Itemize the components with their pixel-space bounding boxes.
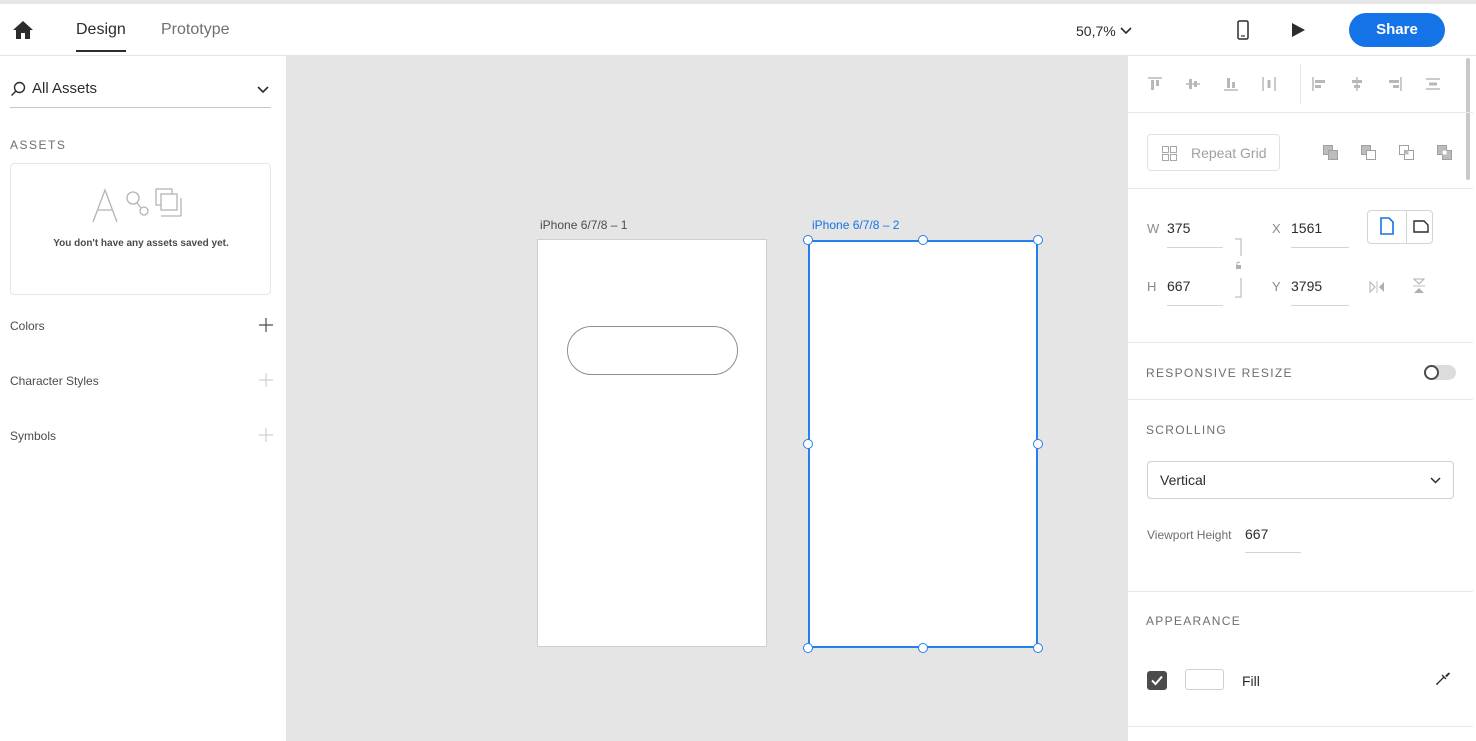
appearance-label: APPEARANCE [1146,614,1242,628]
plus-icon[interactable] [259,428,273,442]
distribute-horizontal-icon[interactable] [1261,76,1277,92]
orientation-divider [1406,211,1407,243]
align-middle-icon[interactable] [1185,76,1201,92]
resize-handle[interactable] [803,439,813,449]
responsive-resize-label: RESPONSIVE RESIZE [1146,366,1293,380]
resize-handle[interactable] [1033,439,1043,449]
assets-panel: All Assets ASSETS You don't have any ass… [0,56,286,741]
fill-checkbox[interactable] [1147,671,1167,690]
viewport-height-underline [1245,552,1301,553]
flip-horizontal-icon[interactable] [1369,281,1385,293]
align-right-icon[interactable] [1387,76,1403,92]
resize-handle[interactable] [1033,643,1043,653]
portrait-icon[interactable] [1380,217,1394,235]
assets-empty-state: You don't have any assets saved yet. [10,163,271,295]
lock-aspect-icon[interactable] [1235,238,1243,298]
section-colors[interactable]: Colors [10,319,45,333]
assets-search[interactable]: All Assets [10,74,271,108]
resize-handle[interactable] [918,643,928,653]
resize-handle[interactable] [803,235,813,245]
artboard-title[interactable]: iPhone 6/7/8 – 1 [540,218,627,232]
plus-icon[interactable] [259,318,273,332]
chevron-down-icon[interactable] [1120,27,1132,35]
plus-icon[interactable] [259,373,273,387]
divider [1128,591,1473,592]
x-underline [1291,247,1349,248]
play-icon[interactable] [1290,22,1306,38]
width-field[interactable]: 375 [1167,220,1190,236]
align-center-icon[interactable] [1349,76,1365,92]
assets-empty-message: You don't have any assets saved yet. [53,238,229,249]
responsive-resize-toggle[interactable] [1424,365,1456,380]
design-canvas[interactable]: iPhone 6/7/8 – 1 iPhone 6/7/8 – 2 [286,56,1127,741]
y-label: Y [1272,279,1281,294]
tab-prototype[interactable]: Prototype [161,21,229,39]
divider [1128,399,1473,400]
assets-filter-label: All Assets [32,80,98,97]
height-underline [1167,305,1223,306]
share-button[interactable]: Share [1349,13,1445,47]
toggle-knob [1424,365,1439,380]
device-preview-icon[interactable] [1237,20,1249,40]
x-field[interactable]: 1561 [1291,220,1322,236]
scrolling-select[interactable]: Vertical [1147,461,1454,499]
height-label: H [1147,279,1157,294]
top-bar: Design Prototype 50,7% Share [0,0,1476,56]
divider [1128,188,1473,189]
xd-app-window: Design Prototype 50,7% Share All Assets … [0,0,1476,741]
align-top-icon[interactable] [1147,76,1163,92]
orientation-toggle [1367,210,1433,244]
chevron-down-icon[interactable] [257,86,269,94]
boolean-exclude-icon[interactable] [1437,145,1452,160]
resize-handle[interactable] [1033,235,1043,245]
align-left-icon[interactable] [1311,76,1327,92]
flip-vertical-icon[interactable] [1413,278,1425,294]
height-field[interactable]: 667 [1167,278,1190,294]
chevron-down-icon [1430,477,1441,484]
property-inspector: Repeat Grid W 375 H 667 X 1561 Y 3795 RE… [1127,56,1476,741]
scrolling-label: SCROLLING [1146,423,1228,437]
section-character-styles[interactable]: Character Styles [10,374,99,388]
scrolling-select-value: Vertical [1160,472,1206,488]
align-divider [1300,64,1301,104]
fill-color-swatch[interactable] [1185,669,1224,690]
boolean-add-icon[interactable] [1323,145,1338,160]
home-icon[interactable] [12,20,34,40]
section-symbols[interactable]: Symbols [10,429,56,443]
artboard-title-selected[interactable]: iPhone 6/7/8 – 2 [812,218,899,232]
fill-label: Fill [1242,673,1260,689]
y-field[interactable]: 3795 [1291,278,1322,294]
width-underline [1167,247,1223,248]
align-bottom-icon[interactable] [1223,76,1239,92]
width-label: W [1147,221,1160,236]
y-underline [1291,305,1349,306]
divider [1128,726,1473,727]
tab-design[interactable]: Design [76,21,126,52]
divider [1128,342,1473,343]
zoom-level[interactable]: 50,7% [1076,23,1116,39]
eyedropper-icon[interactable] [1435,670,1451,686]
boolean-intersect-icon[interactable] [1399,145,1414,160]
artboard[interactable] [537,239,767,647]
rounded-rectangle-shape[interactable] [567,326,738,375]
checkmark-icon [1151,675,1163,686]
landscape-icon[interactable] [1413,220,1429,233]
inspector-scrollbar[interactable] [1466,58,1470,180]
x-label: X [1272,221,1281,236]
search-icon [11,81,26,96]
viewport-height-label: Viewport Height [1147,528,1232,542]
artboard-selected[interactable] [808,240,1038,648]
assets-illustration-icon [92,188,182,223]
divider [1128,112,1473,113]
assets-heading: ASSETS [10,138,67,152]
viewport-height-field[interactable]: 667 [1245,526,1268,542]
resize-handle[interactable] [803,643,813,653]
boolean-subtract-icon[interactable] [1361,145,1376,160]
distribute-vertical-icon[interactable] [1425,76,1441,92]
resize-handle[interactable] [918,235,928,245]
grid-icon [1162,146,1177,161]
repeat-grid-label: Repeat Grid [1191,145,1267,161]
repeat-grid-button[interactable]: Repeat Grid [1147,134,1280,171]
